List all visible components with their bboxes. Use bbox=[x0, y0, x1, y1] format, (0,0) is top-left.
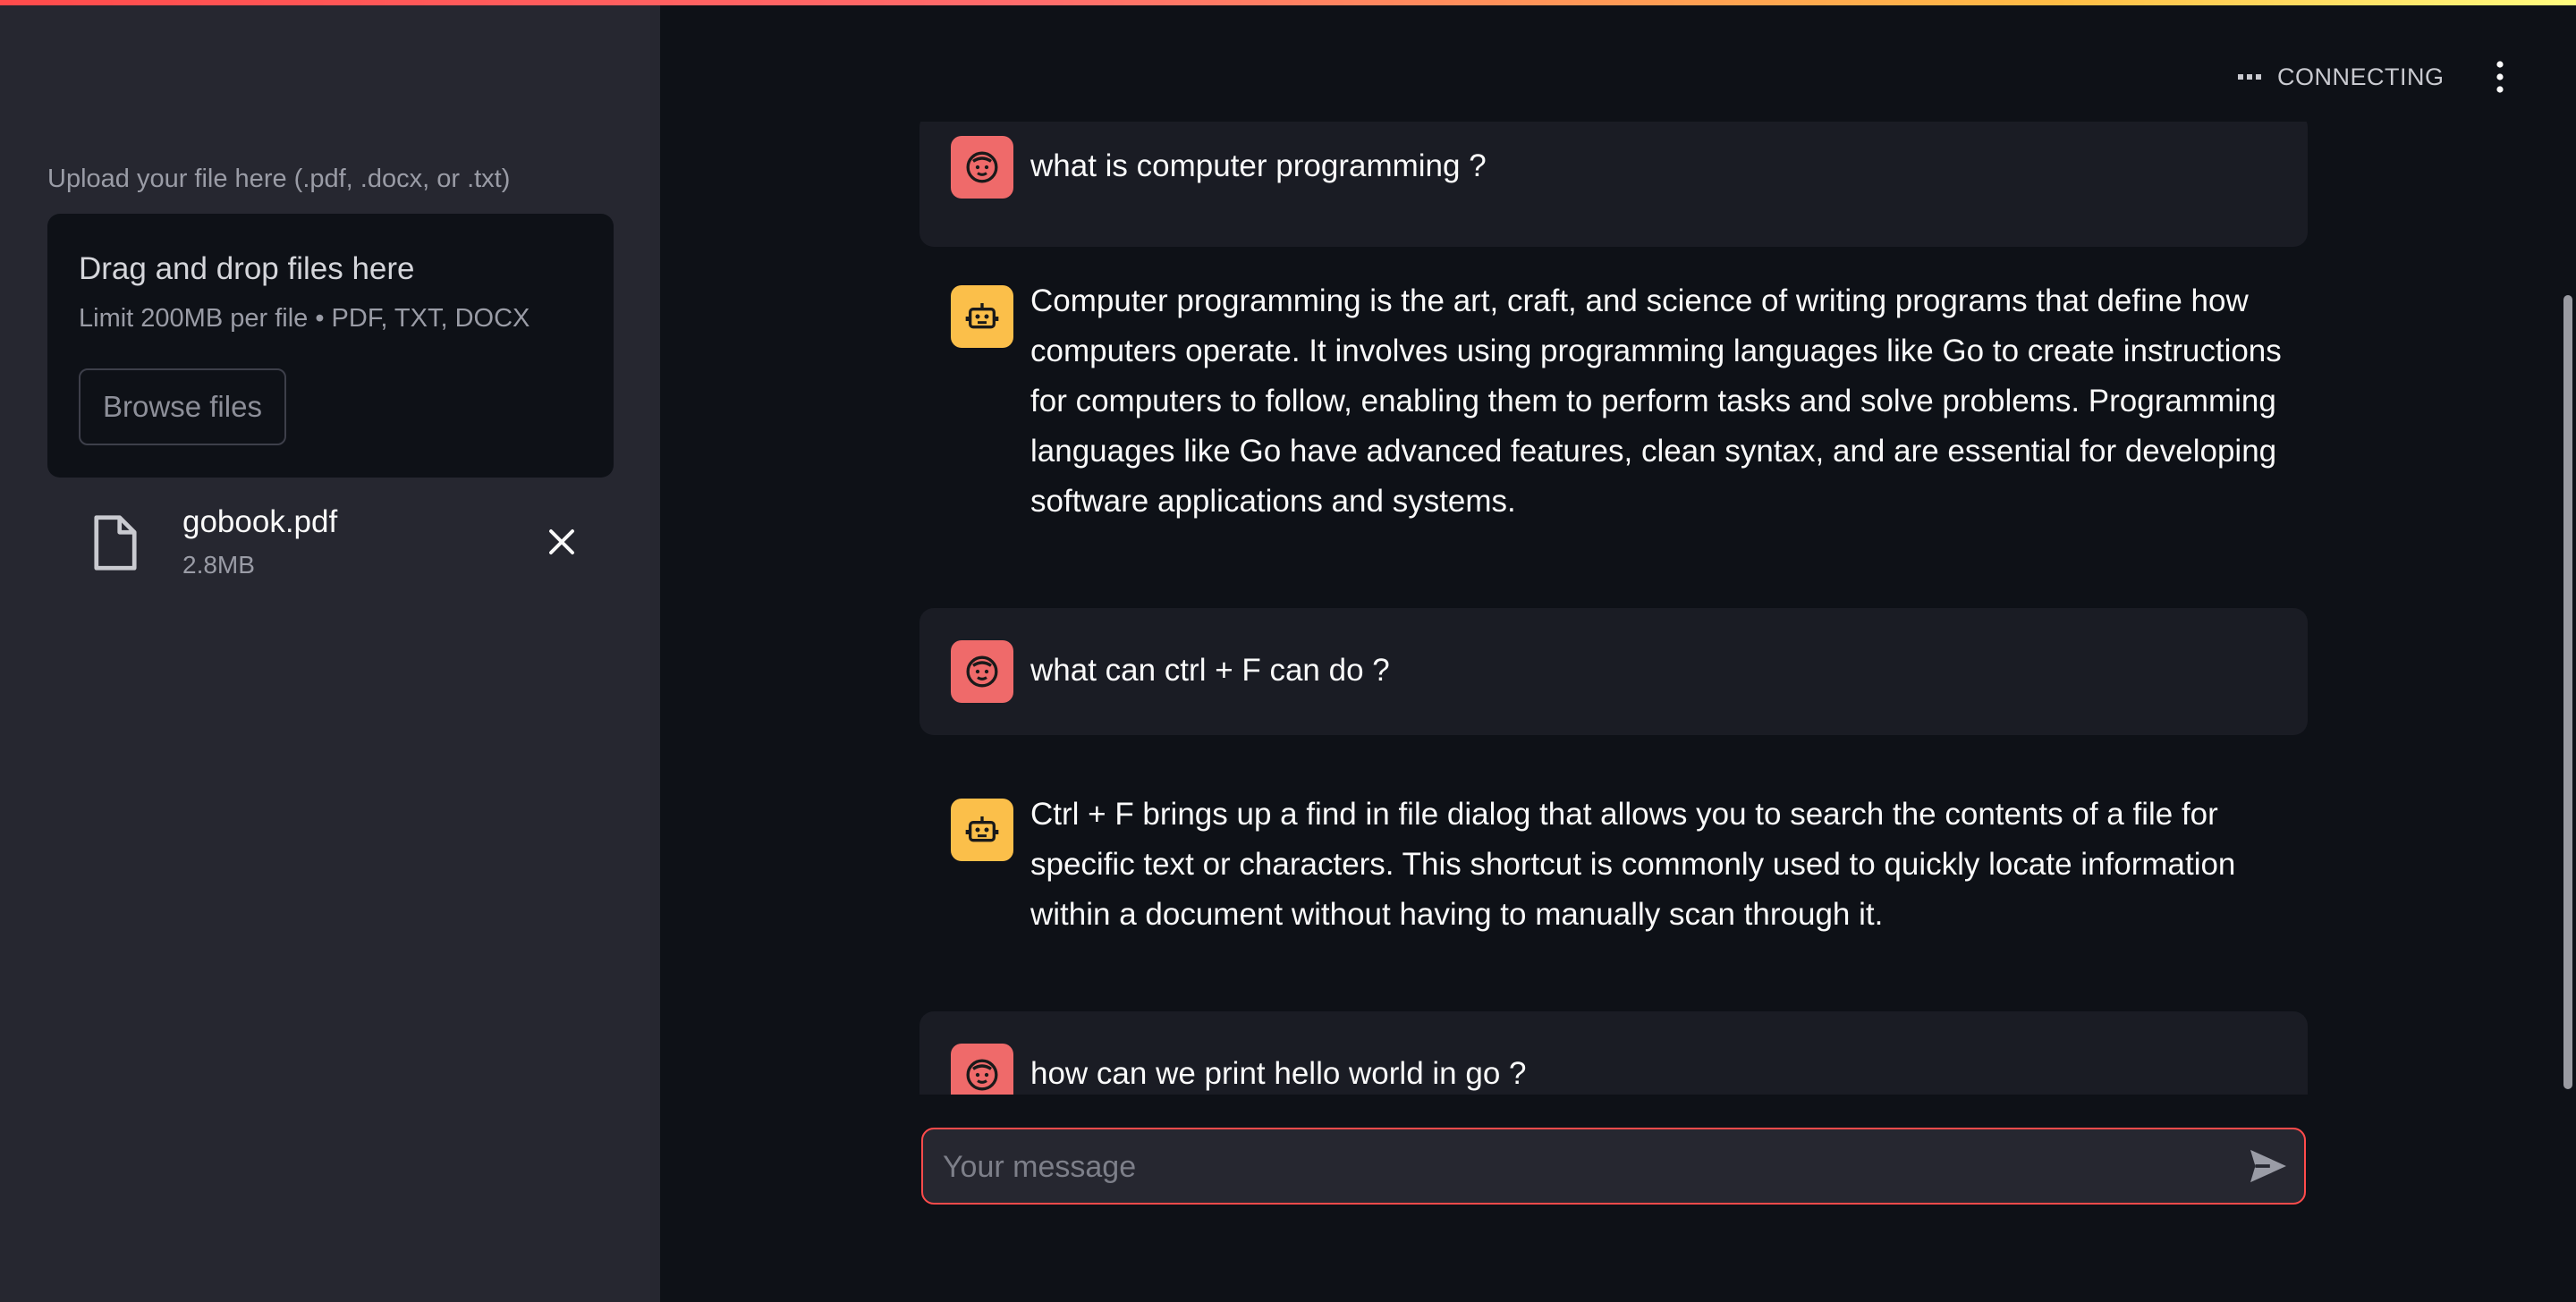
message-text: what can ctrl + F can do ? bbox=[1030, 653, 1390, 688]
top-decoration-bar bbox=[0, 0, 2576, 5]
file-dropzone[interactable]: Drag and drop files here Limit 200MB per… bbox=[47, 214, 614, 478]
message-text: what is computer programming ? bbox=[1030, 148, 1487, 183]
user-avatar bbox=[951, 1044, 1013, 1095]
connection-status-text: CONNECTING bbox=[2277, 63, 2445, 90]
dropzone-limit: Limit 200MB per file • PDF, TXT, DOCX bbox=[79, 304, 530, 333]
user-face-icon bbox=[966, 655, 998, 688]
upload-label: Upload your file here (.pdf, .docx, or .… bbox=[47, 165, 511, 193]
robot-icon bbox=[965, 303, 999, 329]
connection-status: CONNECTING bbox=[2238, 61, 2445, 93]
assistant-message: Ctrl + F brings up a find in file dialog… bbox=[919, 797, 2308, 951]
dropzone-title: Drag and drop files here bbox=[79, 251, 415, 286]
user-avatar bbox=[951, 136, 1013, 199]
uploaded-file-item: gobook.pdf 2.8MB bbox=[89, 501, 590, 590]
chat-messages: what is computer programming ? Computer … bbox=[919, 122, 2308, 1095]
chat-input-container bbox=[921, 1128, 2306, 1205]
message-text: how can we print hello world in go ? bbox=[1030, 1056, 1527, 1091]
assistant-message: Computer programming is the art, craft, … bbox=[919, 283, 2308, 519]
assistant-avatar bbox=[951, 285, 1013, 348]
user-message: how can we print hello world in go ? bbox=[919, 1011, 2308, 1095]
browse-files-button[interactable]: Browse files bbox=[79, 368, 286, 445]
send-icon[interactable] bbox=[2249, 1148, 2288, 1184]
robot-icon bbox=[965, 816, 999, 842]
user-avatar bbox=[951, 640, 1013, 703]
file-icon bbox=[94, 515, 137, 571]
user-message: what is computer programming ? bbox=[919, 122, 2308, 247]
message-text: Computer programming is the art, craft, … bbox=[1030, 283, 2282, 519]
user-face-icon bbox=[966, 1059, 998, 1091]
chat-scrollbar[interactable] bbox=[2563, 295, 2572, 1089]
status-dots-icon bbox=[2238, 74, 2261, 80]
file-name: gobook.pdf bbox=[182, 504, 338, 539]
user-message: what can ctrl + F can do ? bbox=[919, 608, 2308, 735]
close-icon[interactable] bbox=[546, 526, 578, 558]
file-size: 2.8MB bbox=[182, 551, 255, 579]
sidebar: Upload your file here (.pdf, .docx, or .… bbox=[0, 0, 660, 1302]
message-text: Ctrl + F brings up a find in file dialog… bbox=[1030, 797, 2236, 932]
user-face-icon bbox=[966, 151, 998, 183]
chat-input[interactable] bbox=[941, 1129, 2197, 1205]
assistant-avatar bbox=[951, 799, 1013, 861]
main-menu-icon[interactable] bbox=[2487, 59, 2513, 95]
